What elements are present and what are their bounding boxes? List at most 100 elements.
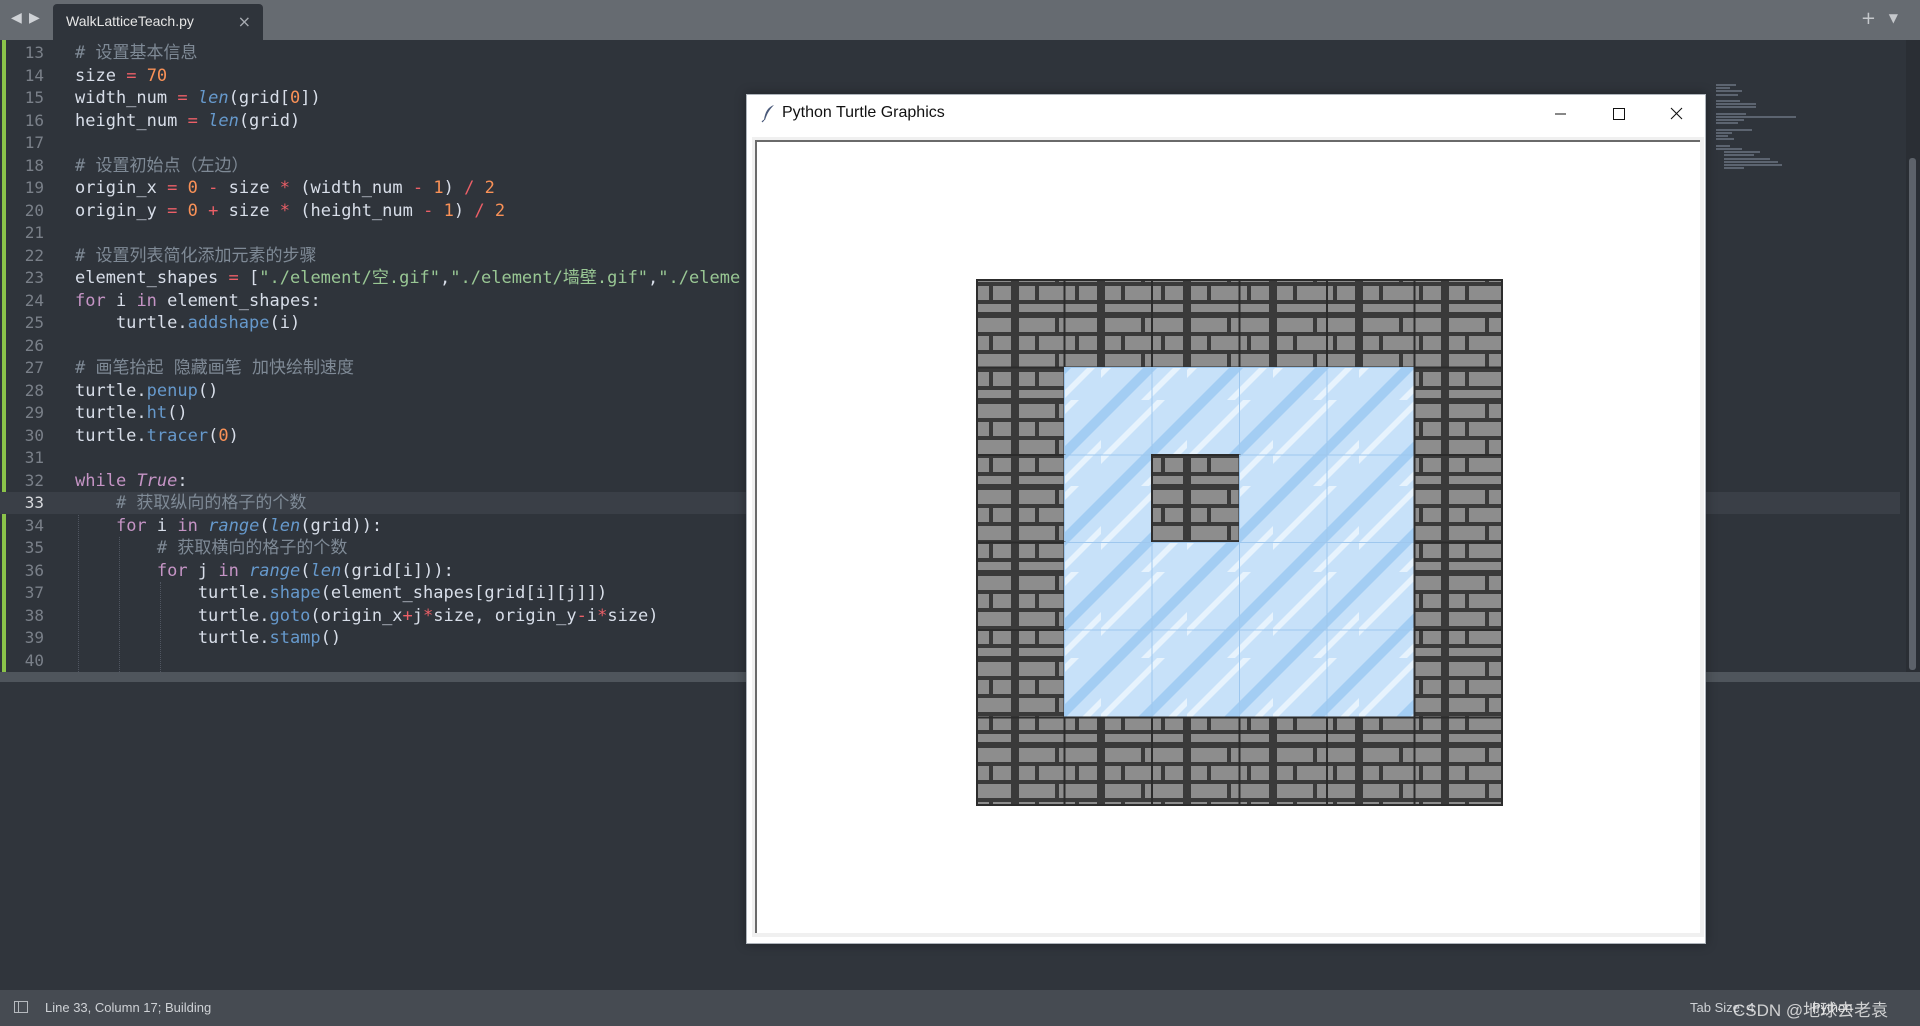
- code-text: turtle.penup(): [75, 380, 219, 401]
- code-text: turtle.goto(origin_x+j*size, origin_y-i*…: [75, 605, 659, 626]
- floor-tile: [1326, 542, 1415, 631]
- minimap-line: [1724, 151, 1760, 154]
- scrollbar-thumb[interactable]: [1909, 158, 1916, 670]
- line-number: 35: [24, 538, 44, 557]
- maximize-icon: [1613, 108, 1625, 120]
- tab-forward-arrow-icon[interactable]: ▶: [29, 10, 40, 26]
- floor-tile: [1064, 367, 1153, 456]
- wall-tile: [976, 279, 1066, 369]
- line-number: 24: [24, 290, 44, 310]
- maze-grid: [976, 279, 1503, 806]
- minimap-line: [1716, 148, 1742, 150]
- wall-tile: [1151, 716, 1241, 806]
- floor-tile: [1239, 454, 1328, 543]
- minimap-line: [1716, 116, 1796, 118]
- minimap-line: [1724, 160, 1778, 163]
- status-bar: Line 33, Column 17; Building Tab Size: 4…: [0, 990, 1920, 1026]
- line-number: 28: [24, 380, 44, 400]
- wall-tile: [976, 541, 1066, 631]
- wall-tile: [1413, 541, 1503, 631]
- close-tab-icon[interactable]: ×: [238, 12, 251, 31]
- code-text: # 设置基本信息: [75, 43, 198, 63]
- window-title: Python Turtle Graphics: [782, 104, 945, 121]
- code-text: element_shapes = ["./element/空.gif","./e…: [75, 268, 741, 288]
- wall-tile: [1413, 454, 1503, 544]
- watermark-text: CSDN @地球去老袁: [1733, 1001, 1889, 1020]
- line-number: 26: [24, 335, 44, 355]
- line-number: 30: [24, 425, 44, 445]
- floor-tile: [1326, 629, 1415, 718]
- file-tab-label: WalkLatticeTeach.py: [66, 13, 194, 29]
- minimap-line: [1716, 90, 1742, 93]
- minimap-line: [1724, 164, 1782, 166]
- minimize-button[interactable]: [1531, 95, 1589, 131]
- code-text: turtle.addshape(i): [75, 313, 301, 333]
- line-number: 16: [24, 110, 44, 130]
- minimap-line: [1716, 93, 1738, 96]
- line-number: 34: [24, 515, 44, 535]
- wall-tile: [1238, 716, 1328, 806]
- floor-tile: [1064, 454, 1153, 543]
- minimap-line: [1716, 132, 1732, 134]
- close-window-button[interactable]: [1647, 95, 1705, 131]
- minimap-line: [1716, 103, 1756, 106]
- indent-guide: [119, 537, 121, 672]
- turtle-graphics-window[interactable]: Python Turtle Graphics: [746, 94, 1706, 944]
- tab-list-dropdown-icon[interactable]: ▼: [1889, 11, 1898, 25]
- minimap[interactable]: [1716, 84, 1836, 184]
- line-number: 38: [24, 605, 44, 625]
- wall-tile: [1063, 716, 1153, 806]
- code-text: # 画笔抬起 隐藏画笔 加快绘制速度: [75, 358, 354, 378]
- wall-tile: [976, 454, 1066, 544]
- line-number: 37: [24, 583, 44, 602]
- panel-toggle-icon[interactable]: [14, 1001, 28, 1013]
- minimap-line: [1716, 106, 1756, 109]
- code-line[interactable]: 13 # 设置基本信息: [0, 42, 1900, 64]
- indent-guide: [160, 582, 162, 672]
- code-text: while True:: [75, 470, 188, 491]
- floor-tile: [1064, 629, 1153, 718]
- new-tab-plus-icon[interactable]: +: [1861, 8, 1876, 29]
- line-number: 39: [24, 628, 44, 647]
- code-text: size = 70: [75, 65, 168, 86]
- editor-scrollbar[interactable]: [1906, 40, 1920, 672]
- wall-tile: [1413, 366, 1503, 456]
- window-titlebar[interactable]: Python Turtle Graphics: [747, 95, 1705, 131]
- minimap-line: [1716, 144, 1730, 147]
- floor-tile: [1064, 542, 1153, 631]
- minimap-line: [1716, 138, 1734, 141]
- minimap-line: [1716, 135, 1728, 138]
- minimap-line: [1724, 154, 1754, 157]
- code-text: # 设置初始点（左边）: [75, 155, 249, 176]
- maximize-button[interactable]: [1589, 95, 1647, 131]
- minimap-line: [1724, 167, 1744, 170]
- code-text: width_num = len(grid[0]): [75, 88, 321, 108]
- floor-tile: [1239, 629, 1328, 718]
- code-text: # 获取横向的格子的个数: [156, 538, 348, 558]
- line-number: 40: [24, 650, 44, 670]
- minimap-line: [1716, 87, 1730, 90]
- code-text: for i in range(len(grid)):: [115, 515, 383, 536]
- file-tab[interactable]: WalkLatticeTeach.py ×: [53, 4, 263, 40]
- wall-tile: [1151, 279, 1241, 369]
- minimap-line: [1716, 122, 1738, 125]
- floor-tile: [1239, 542, 1328, 631]
- turtle-canvas[interactable]: [755, 140, 1700, 933]
- code-text: for j in range(len(grid[i])):: [156, 560, 454, 581]
- line-number: 31: [24, 448, 44, 467]
- minimap-line: [1724, 157, 1770, 160]
- line-number: 20: [24, 200, 44, 220]
- indent-guide: [78, 514, 80, 672]
- wall-tile: [976, 716, 1066, 806]
- code-text: for i in element_shapes:: [75, 290, 321, 311]
- wall-tile: [1326, 716, 1416, 806]
- line-number: 29: [24, 403, 44, 422]
- wall-tile: [1063, 279, 1153, 369]
- wall-tile: [976, 366, 1066, 456]
- line-number: 25: [24, 313, 44, 332]
- minimap-line: [1716, 100, 1740, 102]
- code-line[interactable]: 14 size = 70: [0, 65, 1900, 87]
- code-text: height_num = len(grid): [75, 110, 301, 131]
- tab-back-arrow-icon[interactable]: ◀: [11, 10, 22, 26]
- line-number: 33: [24, 493, 44, 512]
